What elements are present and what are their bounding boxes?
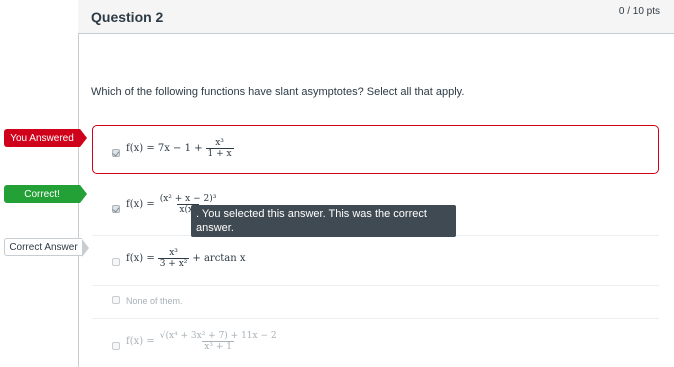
question-title: Question 2	[91, 9, 164, 25]
correct-tag: Correct!	[4, 185, 87, 203]
answer-1-denominator: 1 + x	[205, 148, 234, 159]
answer-5-formula: f(x) = √(x⁴ + 3x² + 7) + 11x − 2 x³ + 1	[126, 331, 282, 352]
answer-2-numerator: (x² + x − 2)³	[159, 194, 217, 204]
answer-3-formula: f(x) = x³ 3 + x² + arctan x	[126, 248, 246, 269]
answer-3-rhs: + arctan x	[192, 253, 246, 264]
answer-tooltip: . You selected this answer. This was the…	[191, 205, 456, 237]
answer-3-numerator: x³	[169, 248, 178, 258]
answer-1-fraction: x³ 1 + x	[205, 138, 234, 159]
answer-5-denominator: x³ + 1	[202, 341, 234, 352]
question-header: Question 2 0 / 10 pts	[78, 0, 674, 34]
answer-2-lhs: f(x) =	[126, 199, 155, 210]
answer-5-lhs: f(x) =	[126, 336, 155, 347]
answer-1-checkbox[interactable]	[112, 149, 120, 157]
answer-5-fraction: √(x⁴ + 3x² + 7) + 11x − 2 x³ + 1	[158, 331, 279, 352]
answer-3-lhs: f(x) =	[126, 253, 155, 264]
answer-1-lhs: f(x) = 7x − 1 +	[126, 143, 203, 154]
divider	[92, 285, 659, 286]
answer-2-checkbox[interactable]	[112, 205, 120, 213]
divider	[92, 318, 659, 319]
answer-5-numerator: √(x⁴ + 3x² + 7) + 11x − 2	[159, 331, 277, 341]
you-answered-tag: You Answered	[4, 129, 87, 147]
answer-3-fraction: x³ 3 + x²	[157, 248, 190, 269]
answer-4-checkbox[interactable]	[112, 296, 120, 304]
question-points: 0 / 10 pts	[618, 6, 660, 17]
answer-3-denominator: 3 + x²	[157, 258, 190, 269]
answer-5-checkbox[interactable]	[112, 342, 120, 350]
answer-4-text: None of them.	[126, 296, 183, 306]
answer-1-numerator: x³	[215, 138, 224, 148]
question-panel	[78, 0, 674, 367]
answer-3-checkbox[interactable]	[112, 258, 120, 266]
answer-1-formula: f(x) = 7x − 1 + x³ 1 + x	[126, 138, 237, 159]
question-prompt: Which of the following functions have sl…	[91, 86, 465, 98]
correct-answer-tag: Correct Answer	[4, 238, 89, 257]
